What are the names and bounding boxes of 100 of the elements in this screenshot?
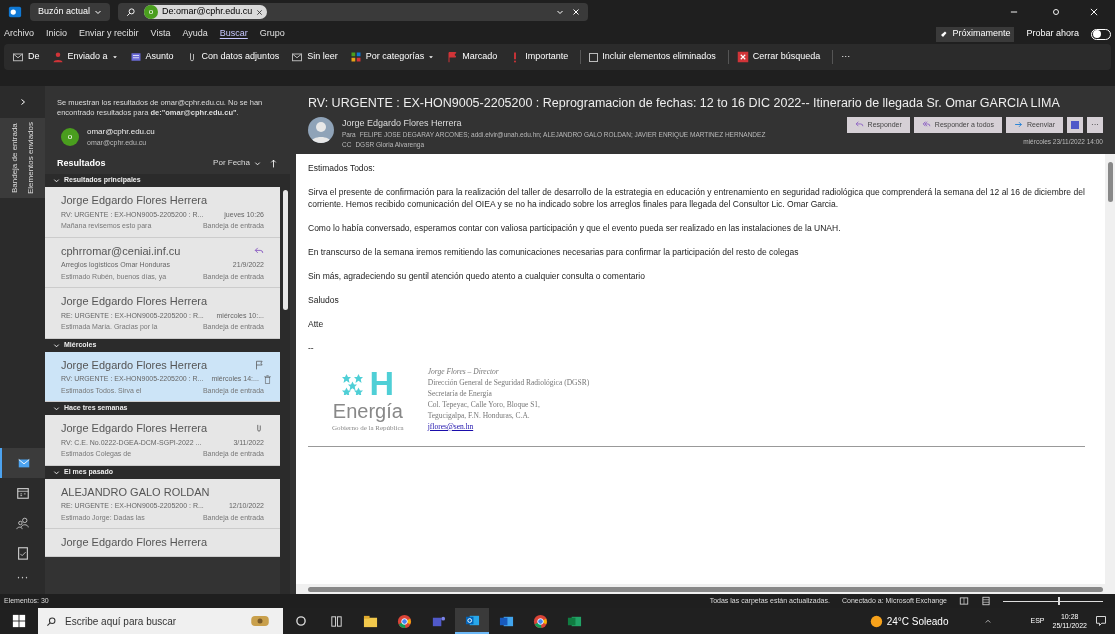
search-icon (46, 615, 57, 627)
layout-view-icon[interactable] (981, 596, 991, 606)
chevron-down-icon (254, 159, 261, 167)
contact-name[interactable]: omar@cphr.edu.cu (87, 126, 155, 138)
people-icon (15, 516, 30, 530)
chevron-down-icon (94, 8, 103, 16)
ribbon-button[interactable]: Asunto (129, 50, 174, 64)
forward-icon (1014, 120, 1023, 130)
notification-icon[interactable] (1095, 615, 1107, 627)
categories-icon (349, 51, 362, 63)
browser-icon (396, 613, 412, 629)
more-actions-button[interactable]: ··· (1087, 116, 1103, 133)
reading-view-icon[interactable] (959, 596, 969, 606)
chevron-down-icon (53, 177, 60, 184)
body-paragraph: Sin más, agradeciendo su gentil atención quedo atento a cualquier consulta o comentario (308, 269, 646, 282)
sender-name: ALEJANDRO GALO ROLDAN (61, 484, 210, 500)
include-deleted-checkbox[interactable]: Incluir elementos eliminados (580, 50, 716, 64)
sender-name: cphrromar@ceniai.inf.cu (61, 243, 181, 259)
task-view-icon (328, 613, 344, 629)
sender-name: Jorge Edgardo Flores Herrera (61, 294, 208, 309)
ribbon-button[interactable]: Con datos adjuntos (185, 50, 280, 64)
megaphone-icon (940, 30, 949, 38)
app-logo-icon (8, 5, 22, 19)
sender-name: Jorge Edgardo Flores Herrera (342, 116, 463, 130)
ribbon-button[interactable]: Sin leer (291, 50, 338, 64)
more-apps-button[interactable]: ··· (16, 568, 29, 586)
sun-icon (869, 614, 883, 628)
coming-soon-button[interactable]: Próximamente (936, 26, 1015, 42)
body-paragraph: Atte (308, 317, 325, 330)
clipboard-check-icon (15, 546, 30, 560)
circle-icon[interactable] (295, 615, 307, 627)
menu-tab[interactable]: Inicio (46, 27, 68, 41)
contact-avatar: o (144, 5, 159, 19)
results-heading: Resultados (57, 156, 106, 170)
search-filter-chip[interactable]: o De:omar@cphr.edu.cu (144, 5, 268, 19)
sender-name: Jorge Edgardo Flores Herrera (61, 193, 208, 208)
mailbox-scope-dropdown[interactable]: Buzón actual (30, 3, 111, 21)
sender-name: Jorge Edgardo Flores Herrera (61, 535, 208, 550)
browser-icon (532, 613, 548, 629)
message-list-item[interactable]: Jorge Edgardo Flores Herrera (45, 529, 280, 557)
folder-link[interactable]: Bandeja de entrada (8, 122, 21, 195)
body-paragraph: -- (308, 341, 315, 354)
sort-dropdown[interactable]: Por Fecha (213, 157, 261, 170)
nav-app-button[interactable] (0, 448, 45, 478)
envelope-icon (12, 51, 24, 63)
ribbon-button[interactable]: Importante (509, 50, 569, 64)
chevron-down-icon (53, 341, 60, 349)
body-paragraph: En transcurso de la semana iremos remitiendo las comunicaciones necesarias para confirmar la participación del resto de colegas (308, 245, 800, 258)
ribbon-button[interactable]: Cerrar búsqueda (727, 50, 821, 64)
sender-name: Jorge Edgardo Flores Herrera (61, 421, 208, 436)
search-icon (126, 7, 137, 17)
restore-icon[interactable] (1051, 7, 1061, 17)
subject-icon (129, 51, 142, 63)
contact-avatar: o (61, 128, 79, 147)
try-now-label: Probar ahora (1026, 27, 1079, 41)
chevron-down-icon[interactable] (556, 8, 565, 16)
close-icon[interactable] (256, 8, 264, 16)
search-box[interactable]: o De:omar@cphr.edu.cu (118, 3, 589, 21)
calendar-icon (15, 486, 30, 500)
body-paragraph: Estimados Todos: (308, 161, 376, 174)
ribbon-button[interactable]: Por categorías (349, 50, 435, 64)
menu-tab[interactable]: Buscar (219, 27, 248, 41)
ribbon-button[interactable]: Enviado a (51, 50, 118, 64)
windows-start-icon[interactable] (12, 614, 26, 628)
teams-icon[interactable] (1067, 116, 1083, 133)
reply-all-icon (921, 120, 931, 130)
body-paragraph: Como lo había conversado, esperamos contar con valiosa participación y que el evento pueda ser realizado en las instalaciones de la UNAH. (308, 221, 842, 234)
message-subject: RV: URGENTE : EX-HON9005-2205200 : Reprogramacion de fechas: 12 to 16 DIC 2022-- Itinerario de llegada Sr. Omar GARCIA LIMA (308, 95, 1061, 112)
folder-icon (362, 613, 378, 629)
scrollbar[interactable] (1105, 153, 1115, 584)
scrollbar[interactable] (280, 174, 290, 594)
zoom-slider[interactable] (1003, 597, 1103, 605)
ribbon-button[interactable]: Marcado (446, 50, 498, 64)
sender-avatar (308, 116, 334, 143)
menu-tab[interactable]: Grupo (259, 27, 285, 41)
chevron-down-icon (53, 405, 60, 412)
flag-icon[interactable] (254, 359, 264, 370)
flag-icon (446, 51, 459, 63)
menu-tab[interactable]: Archivo (4, 27, 34, 41)
menu-tab[interactable]: Ayuda (182, 27, 208, 41)
close-search-icon (736, 51, 749, 63)
folder-link[interactable]: Elementos enviados (24, 122, 37, 195)
taskbar-search-field[interactable]: Escribe aquí para buscar (38, 608, 283, 634)
weather-widget[interactable]: 24°C Soleado (869, 613, 949, 629)
sort-arrow-icon[interactable] (269, 158, 278, 168)
menu-tab[interactable]: Enviar y recibir (79, 27, 139, 41)
ribbon-button[interactable]: De (12, 50, 40, 64)
caret-icon (428, 54, 435, 60)
horizontal-scrollbar[interactable] (296, 584, 1115, 594)
caret-icon (111, 54, 118, 60)
chevron-down-icon (53, 468, 60, 476)
body-paragraph: Sirva el presente de confirmación para la realización del taller de desarrollo de la estrategia en educación y entrenamiento en seguridad radiológica que comprenderá la semana del 12 al 16 de diciembre del corriente. Hemos recibido comunicación del OIEA y se no ha indicado sobre los arreglos finales para llegada del Consultor Lic. Omar Garcia. (308, 185, 1086, 210)
person-icon (51, 51, 64, 63)
sender-name: Jorge Edgardo Flores Herrera (61, 357, 208, 373)
more-button[interactable]: ··· (832, 50, 851, 64)
mail-icon (16, 456, 31, 470)
taskbar-app-button[interactable] (455, 608, 489, 634)
menu-tab[interactable]: Vista (150, 27, 171, 41)
expand-icon[interactable] (18, 98, 27, 106)
body-paragraph: Saludos (308, 293, 340, 306)
